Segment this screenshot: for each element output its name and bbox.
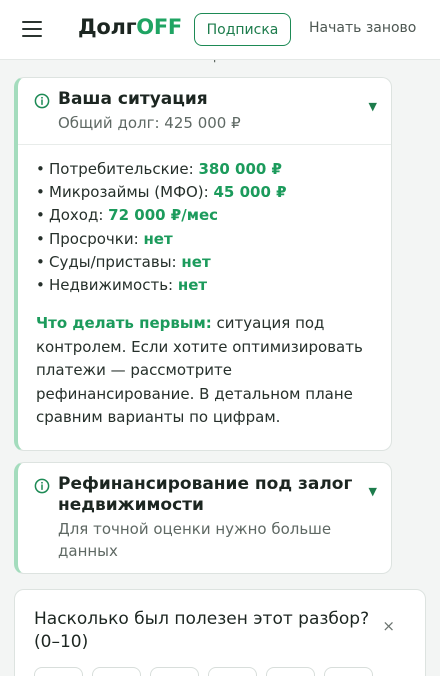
score-button[interactable]: 3	[208, 667, 257, 676]
item-value: нет	[181, 252, 211, 271]
subscribe-button[interactable]: Подписка	[194, 13, 291, 46]
score-button[interactable]: 4	[266, 667, 315, 676]
item-label: Просрочки:	[49, 229, 139, 248]
logo[interactable]: ДолгOFF	[78, 15, 182, 39]
list-item: • Просрочки: нет	[36, 229, 173, 248]
score-button[interactable]: 1	[92, 667, 141, 676]
situation-details: • Потребительские: 380 000 ₽ • Микрозаймы …	[18, 145, 391, 442]
item-value: нет	[143, 229, 173, 248]
refinance-card-header[interactable]: Рефинансирование под залог недвижимости …	[18, 463, 391, 572]
situation-subtitle: Общий долг: 425 000 ₽	[58, 114, 241, 132]
refinance-title: Рефинансирование под залог недвижимости	[58, 474, 353, 515]
list-item: • Недвижимость: нет	[36, 276, 208, 295]
debt-list: • Потребительские: 380 000 ₽ • Микрозаймы …	[36, 158, 375, 297]
item-label: Потребительские:	[49, 160, 194, 178]
advice-text: Что делать первым: ситуация под контроле…	[36, 312, 375, 430]
refinance-card[interactable]: Рефинансирование под залог недвижимости …	[14, 462, 392, 574]
score-button[interactable]: 0	[34, 667, 83, 676]
close-icon[interactable]: ×	[382, 617, 395, 635]
item-label: Доход:	[49, 206, 104, 225]
item-value: нет	[177, 276, 208, 295]
logo-accent: OFF	[136, 15, 182, 39]
menu-icon[interactable]	[22, 21, 42, 37]
situation-card-header[interactable]: Ваша ситуация Общий долг: 425 000 ₽ ▼	[18, 78, 391, 144]
item-value: 72 000 ₽/мес	[108, 206, 219, 225]
chevron-down-icon[interactable]: ▼	[369, 100, 377, 113]
item-label: Микрозаймы (МФО):	[49, 183, 209, 202]
list-item: • Доход: 72 000 ₽/мес	[36, 206, 219, 225]
score-buttons: 0 1 2 3 4 5	[34, 667, 373, 676]
feedback-question: Насколько был полезен этот разбор? (0–10…	[34, 609, 370, 652]
situation-title: Ваша ситуация	[58, 89, 208, 109]
feedback-panel: Насколько был полезен этот разбор? (0–10…	[14, 589, 426, 676]
refinance-subtitle: Для точной оценки нужно больше данных	[58, 520, 332, 560]
item-label: Недвижимость:	[49, 276, 174, 295]
item-value: 45 000 ₽	[213, 183, 287, 202]
app-header: ДолгOFF Подписка Начать заново	[0, 0, 440, 60]
logo-main: Долг	[78, 15, 137, 39]
situation-card: Ваша ситуация Общий долг: 425 000 ₽ ▼ • П…	[14, 77, 392, 451]
advice-lead: Что делать первым:	[36, 314, 212, 333]
info-icon	[34, 93, 50, 109]
list-item: • Суды/приставы: нет	[36, 252, 211, 271]
score-button[interactable]: 2	[150, 667, 199, 676]
restart-link[interactable]: Начать заново	[309, 20, 416, 36]
item-value: 380 000 ₽	[198, 160, 282, 178]
list-item: • Микрозаймы (МФО): 45 000 ₽	[36, 183, 287, 202]
chevron-down-icon[interactable]: ▼	[369, 485, 377, 498]
score-button[interactable]: 5	[324, 667, 373, 676]
item-label: Суды/приставы:	[49, 252, 177, 271]
list-item: • Потребительские: 380 000 ₽	[36, 160, 282, 178]
info-icon	[34, 478, 50, 494]
